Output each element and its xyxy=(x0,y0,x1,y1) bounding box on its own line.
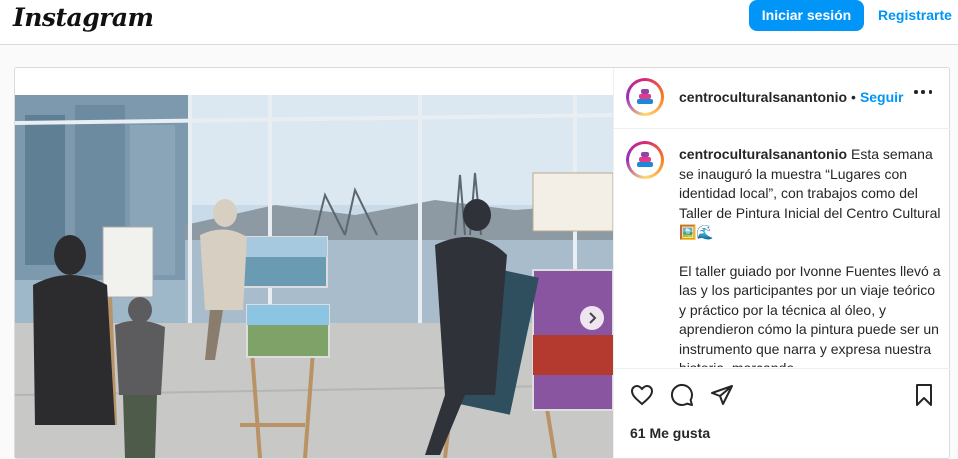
chevron-right-icon xyxy=(589,312,597,324)
exhibition-photo xyxy=(15,95,613,458)
send-icon[interactable] xyxy=(710,383,734,407)
caption-avatar[interactable] xyxy=(626,141,664,179)
caption-paragraph: El taller guiado por Ivonne Fuentes llev… xyxy=(679,262,941,368)
post-header: centroculturalsanantonio • Seguir xyxy=(614,68,950,129)
post-actions: 61 Me gusta xyxy=(614,368,950,459)
avatar[interactable] xyxy=(626,78,664,116)
post-author[interactable]: centroculturalsanantonio xyxy=(679,89,847,105)
top-navbar: Instagram Iniciar sesión Registrarte xyxy=(0,0,958,45)
post-caption: centroculturalsanantonio Esta semana se i… xyxy=(679,145,943,367)
login-button[interactable]: Iniciar sesión xyxy=(749,0,864,31)
next-image-button[interactable] xyxy=(580,306,604,330)
avatar-image xyxy=(629,81,661,113)
bookmark-icon[interactable] xyxy=(912,383,936,407)
header-meta: centroculturalsanantonio • Seguir xyxy=(679,89,904,107)
comment-icon[interactable] xyxy=(670,383,694,407)
post-image[interactable] xyxy=(15,95,613,458)
follow-button[interactable]: Seguir xyxy=(860,89,904,105)
register-link[interactable]: Registrarte xyxy=(878,0,952,31)
separator-dot: • xyxy=(851,89,856,105)
center-logo-icon xyxy=(637,152,653,167)
instagram-logo[interactable]: Instagram xyxy=(13,3,154,32)
post-sidebar: centroculturalsanantonio • Seguir centrocu… xyxy=(613,68,950,458)
caption-paragraph: centroculturalsanantonio Esta semana se i… xyxy=(679,145,943,243)
more-icon[interactable] xyxy=(914,90,932,94)
center-logo-icon xyxy=(637,89,653,104)
caption-author[interactable]: centroculturalsanantonio xyxy=(679,146,847,162)
avatar-image xyxy=(629,144,661,176)
heart-icon[interactable] xyxy=(630,383,654,407)
likes-count[interactable]: 61 Me gusta xyxy=(630,425,710,441)
post-card: centroculturalsanantonio • Seguir centrocu… xyxy=(14,67,950,459)
caption-area: centroculturalsanantonio Esta semana se i… xyxy=(614,129,950,367)
